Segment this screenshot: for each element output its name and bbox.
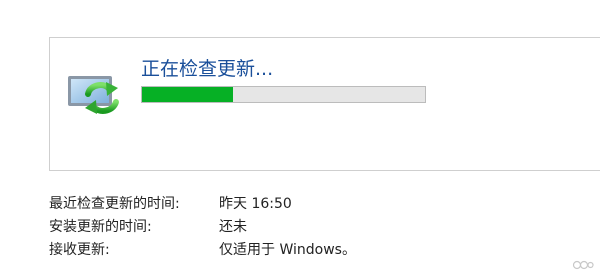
windows-update-page: 正在检查更新... 最近检查更新的时间: 昨天 16:50 安装更新的时间: 还… xyxy=(0,0,600,275)
info-value-last-checked: 昨天 16:50 xyxy=(219,196,292,212)
windows-update-icon xyxy=(68,76,119,114)
watermark-logo-icon xyxy=(572,260,594,270)
update-progress-fill xyxy=(142,87,233,102)
info-label-installed: 安装更新的时间: xyxy=(49,219,152,235)
update-status-title: 正在检查更新... xyxy=(141,58,274,80)
update-progress-bar xyxy=(141,86,426,103)
info-value-installed: 还未 xyxy=(219,219,247,235)
info-value-receive-updates: 仅适用于 Windows。 xyxy=(219,242,356,258)
info-label-last-checked: 最近检查更新的时间: xyxy=(49,196,180,212)
info-label-receive-updates: 接收更新: xyxy=(49,242,110,258)
